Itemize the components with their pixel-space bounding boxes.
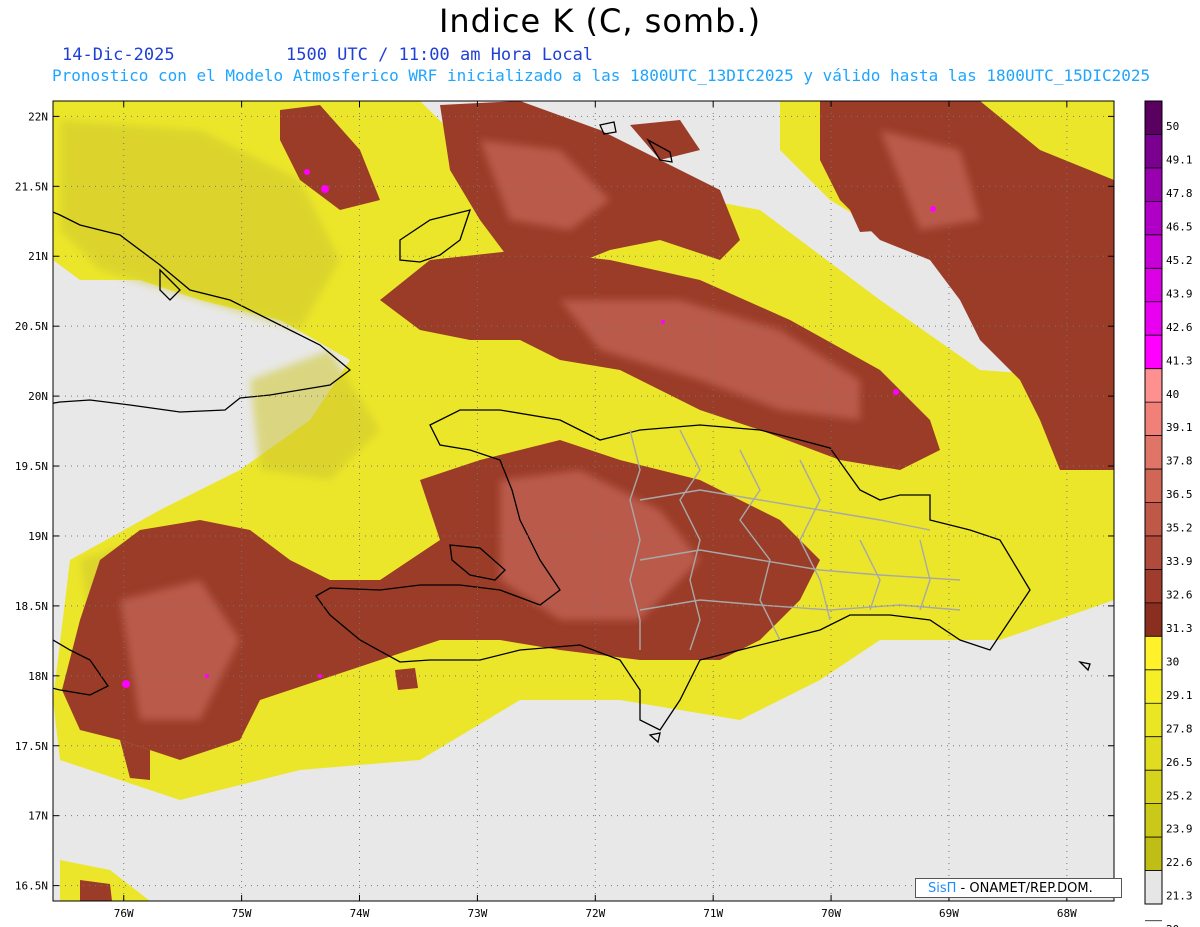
forecast-map: 22N 21.5N 21N 20.5N 20N 19.5N 19N 18.5N 18N 17.5N… [15,100,1193,927]
colorbar-swatch [1145,736,1162,771]
colorbar-swatch [1145,803,1162,838]
lon-label: 69W [939,907,959,920]
lat-label: 21.5N [15,180,48,193]
lat-label: 16.5N [15,880,48,893]
colorbar-swatch [1145,535,1162,570]
colorbar-swatch [1145,870,1162,905]
colorbar-swatch [1145,602,1162,637]
colorbar-label: 30 [1166,655,1179,668]
colorbar-swatch [1145,502,1162,537]
colorbar-swatch [1145,770,1162,805]
colorbar-label: 50 [1166,120,1179,133]
colorbar-label: 49.1 [1166,154,1193,167]
lat-label: 17.5N [15,740,48,753]
lon-label: 72W [585,907,605,920]
colorbar-label: 42.6 [1166,321,1193,334]
colorbar-label: 41.3 [1166,354,1193,367]
lat-label: 21N [28,250,48,263]
colorbar-swatch [1145,201,1162,236]
colorbar-swatch [1145,837,1162,872]
colorbar-label: 39.1 [1166,421,1193,434]
lat-label: 19.5N [15,460,48,473]
colorbar-label: 25.2 [1166,789,1193,802]
colorbar-label: 23.9 [1166,823,1193,836]
lon-label: 68W [1057,907,1077,920]
colorbar-swatch [1145,569,1162,604]
colorbar-label: 35.2 [1166,522,1193,535]
colorbar-label: 33.9 [1166,555,1193,568]
colorbar-swatch [1145,101,1162,135]
colorbar-label: 40 [1166,388,1179,401]
lon-label: 73W [467,907,487,920]
colorbar-label: 31.3 [1166,622,1193,635]
colorbar-label: 45.2 [1166,254,1193,267]
lon-label: 71W [703,907,723,920]
lat-label: 17N [28,810,48,823]
colorbar-swatch [1145,268,1162,303]
colorbar-swatch [1145,703,1162,738]
colorbar-label: 32.6 [1166,589,1193,602]
colorbar-label: 29.1 [1166,689,1193,702]
colorbar: 50 49.1 47.8 46.5 45.2 43.9 42.6 41.3 40 39.1 37.8… [1144,100,1193,927]
credit-sis: SisΠ [928,881,957,896]
colorbar-label: 20 [1166,923,1179,927]
colorbar-label: 47.8 [1166,187,1193,200]
colorbar-label: 22.6 [1166,856,1193,869]
colorbar-swatch [1145,335,1162,370]
lon-label: 70W [821,907,841,920]
colorbar-swatch [1145,669,1162,704]
lat-label: 22N [28,110,48,123]
colorbar-label: 21.3 [1166,890,1193,903]
colorbar-label: 43.9 [1166,287,1193,300]
colorbar-swatch [1145,435,1162,470]
colorbar-swatch [1145,134,1162,169]
lon-label: 74W [350,907,370,920]
colorbar-label: 27.8 [1166,722,1193,735]
credit-text: - ONAMET/REP.DOM. [956,881,1093,896]
lat-label: 20.5N [15,320,48,333]
colorbar-label: 37.8 [1166,455,1193,468]
lat-label: 20N [28,390,48,403]
colorbar-swatch [1145,167,1162,202]
colorbar-swatch [1145,402,1162,437]
lat-label: 18N [28,670,48,683]
colorbar-label: 26.5 [1166,756,1193,769]
lon-label: 76W [114,907,134,920]
lat-label: 19N [28,530,48,543]
colorbar-label: 46.5 [1166,220,1193,233]
lat-label: 18.5N [15,600,48,613]
colorbar-swatch [1145,368,1162,403]
lon-label: 75W [232,907,252,920]
colorbar-label: 36.5 [1166,488,1193,501]
credit-box: SisΠ - ONAMET/REP.DOM. [915,878,1122,898]
colorbar-swatch [1145,636,1162,671]
lat-axis-labels: 22N 21.5N 21N 20.5N 20N 19.5N 19N 18.5N 18N 17.5N… [15,110,48,892]
colorbar-swatch [1145,234,1162,269]
colorbar-swatch [1145,469,1162,503]
colorbar-swatch [1145,301,1162,336]
lon-axis-labels: 76W 75W 74W 73W 72W 71W 70W 69W 68W [114,907,1077,920]
